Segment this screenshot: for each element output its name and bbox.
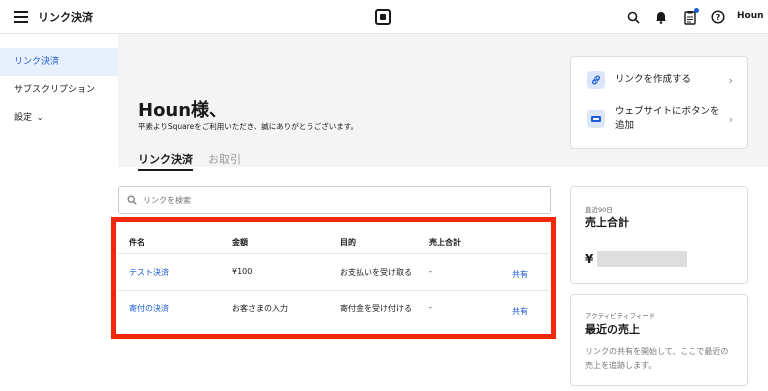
add-website-button-label: ウェブサイトにボタンを 追加 — [615, 105, 729, 133]
row-2-total: - — [429, 303, 432, 312]
sidebar-item-settings[interactable]: 設定 ⌄ — [0, 104, 118, 132]
column-header-name: 件名 — [129, 238, 145, 247]
feed-description: リンクの共有を開始して、ここで最近の売上を追跡します。 — [585, 347, 729, 370]
feed-title: 最近の売上 — [585, 323, 640, 336]
add-website-button-action[interactable]: ウェブサイトにボタンを 追加 › — [571, 105, 749, 133]
row-1-total: - — [429, 267, 432, 276]
column-header-purpose: 目的 — [340, 238, 356, 247]
tab-transactions[interactable]: お取引 — [208, 151, 241, 167]
highlight-frame — [111, 217, 556, 339]
help-icon[interactable]: ? — [710, 9, 726, 25]
sidebar: リンク決済 サブスクリプション 設定 ⌄ — [0, 34, 118, 391]
search-icon — [127, 195, 137, 205]
row-1-purpose: お支払いを受け取る — [340, 268, 412, 277]
row-divider — [118, 253, 549, 254]
sales-total-card: 直近90日 売上合計 ¥ — [570, 186, 748, 284]
column-header-total: 売上合計 — [429, 238, 461, 247]
row-1-share-link[interactable]: 共有 — [512, 269, 528, 280]
quick-actions-card: リンクを作成する › ウェブサイトにボタンを 追加 › — [570, 56, 748, 149]
sidebar-item-link-payment[interactable]: リンク決済 — [0, 48, 118, 76]
row-divider — [118, 290, 549, 291]
sidebar-item-subscription[interactable]: サブスクリプション — [0, 76, 118, 104]
search-input[interactable] — [143, 195, 523, 205]
add-website-button-line1: ウェブサイトにボタンを — [615, 106, 720, 117]
add-website-button-line2: 追加 — [615, 120, 635, 131]
search-box — [118, 186, 551, 214]
search-icon[interactable] — [625, 9, 641, 25]
user-name[interactable]: Houn — [737, 11, 764, 21]
chevron-right-icon: › — [728, 112, 733, 126]
notification-dot — [694, 8, 699, 13]
row-1-name-link[interactable]: テスト決済 — [129, 267, 169, 278]
top-bar: リンク決済 ? Houn — [0, 0, 768, 34]
chevron-right-icon: › — [728, 73, 733, 87]
row-2-purpose: 寄付金を受け付ける — [340, 304, 412, 313]
create-link-label: リンクを作成する — [615, 74, 692, 85]
bell-icon[interactable] — [653, 9, 669, 25]
web-button-icon — [587, 110, 605, 128]
row-2-name-link[interactable]: 寄付の決済 — [129, 303, 169, 314]
activity-feed-card: アクティビティフィード 最近の売上 リンクの共有を開始して、ここで最近の売上を追… — [570, 294, 748, 386]
row-2-share-link[interactable]: 共有 — [512, 306, 528, 317]
svg-text:?: ? — [716, 13, 721, 22]
sidebar-item-label: 設定 — [14, 113, 33, 123]
tab-link-payment[interactable]: リンク決済 — [138, 151, 193, 171]
greeting-subtitle: 平素よりSquareをご利用いただき、誠にありがとうございます。 — [138, 122, 358, 131]
sales-currency: ¥ — [585, 252, 594, 266]
sales-period: 直近90日 — [585, 206, 613, 214]
feed-label: アクティビティフィード — [585, 312, 656, 320]
row-1-amount: ¥100 — [232, 267, 253, 276]
square-logo-icon[interactable] — [375, 9, 391, 25]
chevron-down-icon: ⌄ — [36, 113, 44, 122]
redacted-amount — [597, 251, 687, 267]
app-title: リンク決済 — [38, 11, 93, 24]
greeting-title: Houn様、 — [138, 100, 228, 121]
row-2-amount: お客さまの入力 — [232, 304, 288, 313]
create-link-action[interactable]: リンクを作成する › — [571, 71, 749, 89]
sales-title: 売上合計 — [585, 216, 629, 229]
hamburger-icon[interactable] — [14, 11, 28, 23]
link-icon — [587, 71, 605, 89]
column-header-amount: 金額 — [232, 238, 248, 247]
